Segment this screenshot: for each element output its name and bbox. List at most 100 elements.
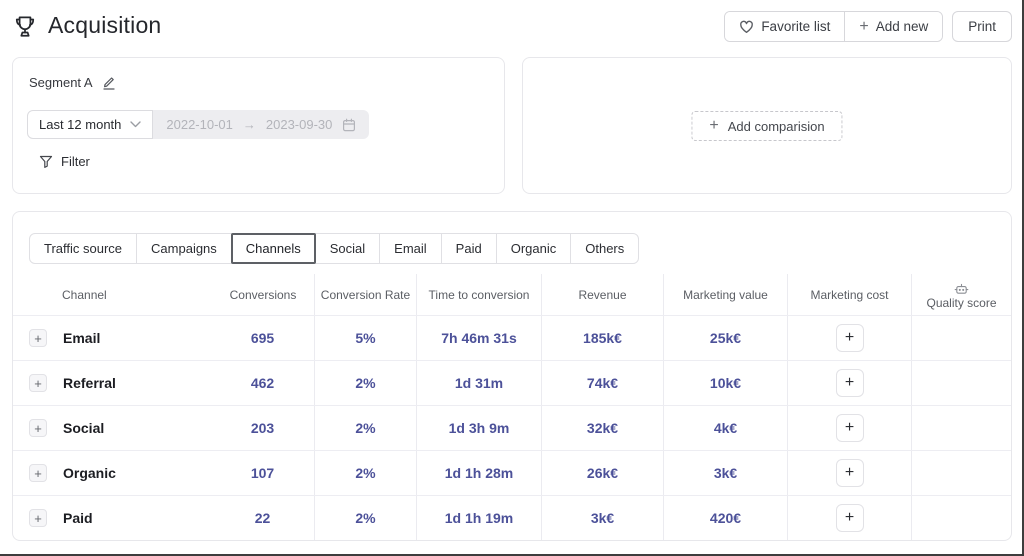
channel-cell: + Social (13, 406, 211, 450)
tab-organic[interactable]: Organic (495, 233, 572, 264)
add-marketing-cost-button[interactable]: + (835, 459, 864, 487)
favorite-list-button[interactable]: Favorite list (725, 12, 845, 41)
column-header-channel: Channel (62, 287, 107, 302)
channel-cell: + Email (13, 316, 211, 360)
expand-row-button[interactable]: + (29, 509, 47, 527)
print-button[interactable]: Print (952, 11, 1012, 42)
quality-score-cell (911, 406, 1011, 450)
tab-campaigns[interactable]: Campaigns (136, 233, 232, 264)
plus-icon: + (844, 464, 855, 481)
comparison-panel: + Add comparision (522, 57, 1012, 194)
add-marketing-cost-button[interactable]: + (835, 414, 864, 442)
time-to-conversion-value: 7h 46m 31s (416, 316, 541, 360)
acquisition-page: Acquisition Favorite list + Add new Prin… (0, 0, 1024, 556)
tab-channels[interactable]: Channels (230, 233, 316, 264)
robot-icon (954, 283, 969, 294)
tab-email[interactable]: Email (379, 233, 442, 264)
toolbar-button-group: Favorite list + Add new (724, 11, 944, 42)
plus-icon: + (859, 17, 869, 35)
table-row: + Referral 462 2% 1d 31m 74k€ 10k€ + (13, 360, 1011, 405)
tab-label: Traffic source (44, 241, 123, 256)
plus-icon: + (34, 510, 42, 526)
conversion-rate-value: 5% (314, 316, 416, 360)
marketing-value-value: 4k€ (663, 406, 787, 450)
add-new-button[interactable]: + Add new (844, 12, 943, 41)
quality-score-cell (911, 316, 1011, 360)
channels-table: Channel Conversions Conversion Rate Time… (13, 274, 1011, 540)
filter-button[interactable]: Filter (39, 154, 90, 169)
add-new-label: Add new (875, 19, 929, 34)
date-preset-select[interactable]: Last 12 month (27, 110, 154, 139)
marketing-value-value: 420€ (663, 496, 787, 540)
channel-name: Organic (63, 465, 116, 481)
column-header-conversions: Conversions (229, 287, 297, 302)
conversions-value: 22 (254, 510, 271, 526)
time-to-conversion-value: 1d 1h 28m (416, 451, 541, 495)
channel-name: Paid (63, 510, 93, 526)
table-row: + Paid 22 2% 1d 1h 19m 3k€ 420€ + (13, 495, 1011, 540)
expand-row-button[interactable]: + (29, 419, 47, 437)
plus-icon: + (34, 420, 42, 436)
date-preset-value: Last 12 month (39, 117, 122, 132)
expand-row-button[interactable]: + (29, 464, 47, 482)
plus-icon: + (844, 509, 855, 526)
add-marketing-cost-button[interactable]: + (835, 504, 864, 532)
marketing-cost-cell: + (787, 451, 911, 495)
date-range-field[interactable]: 2022-10-01 → 2023-09-30 (153, 110, 370, 139)
segment-header: Segment A (29, 75, 116, 90)
channel-cell: + Paid (13, 496, 211, 540)
revenue-value: 26k€ (541, 451, 663, 495)
channel-name: Email (63, 330, 101, 346)
plus-icon: + (34, 465, 42, 481)
tab-label: Campaigns (151, 241, 217, 256)
add-comparison-button[interactable]: + Add comparision (691, 111, 843, 141)
revenue-value: 3k€ (541, 496, 663, 540)
chevron-down-icon (130, 121, 142, 128)
edit-segment-icon[interactable] (102, 75, 116, 90)
table-row: + Organic 107 2% 1d 1h 28m 26k€ 3k€ + (13, 450, 1011, 495)
tab-traffic-source[interactable]: Traffic source (29, 233, 138, 264)
table-body: + Email 695 5% 7h 46m 31s 185k€ 25k€ + +… (13, 315, 1011, 540)
column-header-marketing-cost: Marketing cost (787, 274, 911, 315)
tab-social[interactable]: Social (314, 233, 381, 264)
time-to-conversion-value: 1d 31m (416, 361, 541, 405)
channel-name: Social (63, 420, 105, 436)
calendar-icon[interactable] (342, 118, 356, 132)
revenue-value: 32k€ (541, 406, 663, 450)
print-label: Print (968, 19, 996, 34)
tab-label: Channels (245, 241, 301, 256)
conversion-rate-value: 2% (314, 451, 416, 495)
tab-label: Social (329, 241, 366, 256)
plus-icon: + (844, 329, 855, 346)
column-header-quality-score: Quality score (911, 274, 1011, 315)
plus-icon: + (34, 375, 42, 391)
quality-score-cell (911, 361, 1011, 405)
date-start-value: 2022-10-01 (166, 117, 233, 132)
conversion-rate-value: 2% (314, 361, 416, 405)
date-arrow: → (242, 117, 256, 132)
expand-row-button[interactable]: + (29, 374, 47, 392)
filter-funnel-icon (39, 155, 53, 168)
tabs: Traffic source Campaigns Channels Social… (29, 233, 640, 264)
marketing-cost-cell: + (787, 361, 911, 405)
add-marketing-cost-button[interactable]: + (835, 369, 864, 397)
channel-cell: + Referral (13, 361, 211, 405)
favorite-list-label: Favorite list (761, 19, 831, 34)
marketing-value-value: 3k€ (663, 451, 787, 495)
column-header-time-to-conversion: Time to conversion (416, 274, 541, 315)
page-header: Acquisition (12, 12, 161, 39)
channel-cell: + Organic (13, 451, 211, 495)
conversion-rate-value: 2% (314, 496, 416, 540)
tab-paid[interactable]: Paid (440, 233, 497, 264)
trophy-icon (15, 15, 35, 37)
column-header-quality-score-label: Quality score (926, 295, 997, 310)
report-panel: Traffic source Campaigns Channels Social… (12, 211, 1012, 541)
add-marketing-cost-button[interactable]: + (835, 324, 864, 352)
expand-row-button[interactable]: + (29, 329, 47, 347)
column-header-marketing-value: Marketing value (663, 274, 787, 315)
marketing-cost-cell: + (787, 316, 911, 360)
tab-others[interactable]: Others (570, 233, 640, 264)
channel-name: Referral (63, 375, 116, 391)
plus-icon: + (844, 419, 855, 436)
marketing-value-value: 25k€ (663, 316, 787, 360)
